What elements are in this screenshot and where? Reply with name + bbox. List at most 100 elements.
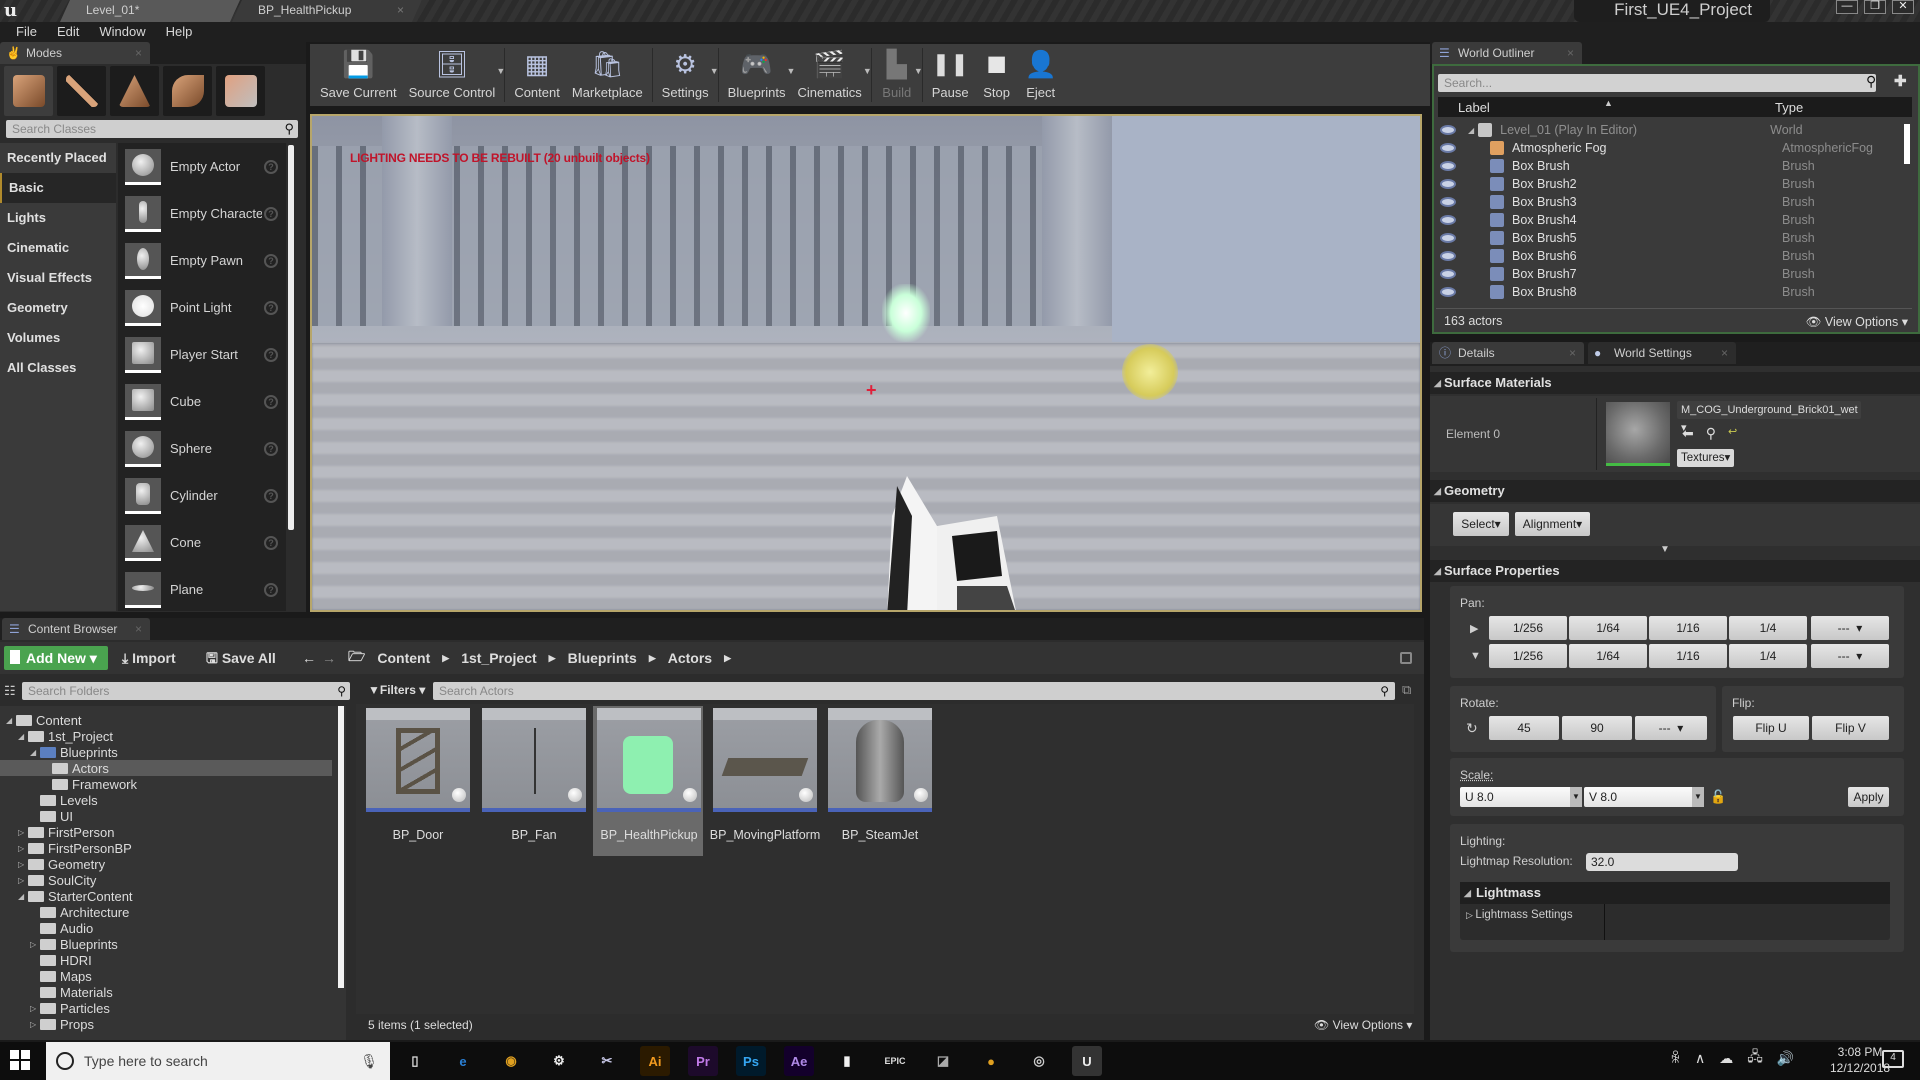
- eject-button[interactable]: 👤 Eject: [1019, 44, 1063, 106]
- visibility-eye-icon[interactable]: [1440, 197, 1456, 207]
- class-item-sphere[interactable]: Sphere?: [118, 425, 286, 472]
- save-all-button[interactable]: 🖫 Save All: [206, 646, 276, 670]
- geometry-edit-mode-button[interactable]: [216, 66, 265, 116]
- outliner-row[interactable]: Box Brush Brush: [1436, 157, 1906, 175]
- flip-v-button[interactable]: Flip V: [1812, 716, 1889, 740]
- taskbar-chrome-icon[interactable]: ◉: [496, 1046, 526, 1076]
- taskbar-epic-launcher-icon[interactable]: EPIC: [880, 1046, 910, 1076]
- place-mode-button[interactable]: [4, 66, 53, 116]
- alignment-dropdown[interactable]: Alignment▾: [1515, 512, 1590, 536]
- expand-advanced-icon[interactable]: ▼: [1660, 544, 1670, 555]
- history-forward-button[interactable]: →: [322, 646, 336, 670]
- maximize-button[interactable]: ❐: [1864, 0, 1886, 14]
- search-folders-input[interactable]: Search Folders ⚲: [22, 682, 350, 700]
- menu-window[interactable]: Window: [89, 22, 155, 42]
- pan-u-custom-dropdown[interactable]: --- ▾: [1811, 616, 1889, 640]
- filters-button[interactable]: ▼Filters ▾: [368, 683, 425, 697]
- pan-u-1-4-button[interactable]: 1/4: [1729, 616, 1807, 640]
- class-item-cylinder[interactable]: Cylinder?: [118, 472, 286, 519]
- outliner-row[interactable]: Box Brush2 Brush: [1436, 175, 1906, 193]
- textures-dropdown[interactable]: Textures▾: [1677, 449, 1735, 467]
- asset-tile-bp-healthpickup[interactable]: BP_HealthPickup: [593, 706, 703, 856]
- scale-v-combo[interactable]: V 8.0 ▼: [1584, 787, 1704, 807]
- class-item-empty-actor[interactable]: Empty Actor?: [118, 143, 286, 190]
- cinematics-button[interactable]: 🎬 Cinematics ▼: [791, 44, 871, 106]
- outliner-row[interactable]: Box Brush4 Brush: [1436, 211, 1906, 229]
- folder-tree-item[interactable]: Actors: [0, 760, 332, 776]
- taskbar-file-icon[interactable]: ▮: [832, 1046, 862, 1076]
- section-surface-properties[interactable]: ◢ Surface Properties: [1430, 560, 1920, 582]
- pan-u-1-256-button[interactable]: 1/256: [1489, 616, 1567, 640]
- search-actors-input[interactable]: Search Actors ⚲: [433, 682, 1395, 700]
- category-geometry[interactable]: Geometry: [0, 293, 116, 323]
- visibility-eye-icon[interactable]: [1440, 161, 1456, 171]
- content-button[interactable]: ▦ Content: [508, 44, 566, 106]
- chevron-down-icon[interactable]: ▼: [710, 66, 719, 76]
- apply-button[interactable]: Apply: [1848, 787, 1889, 807]
- use-selected-arrow-icon[interactable]: ⬅: [1682, 425, 1694, 442]
- pan-v-1-4-button[interactable]: 1/4: [1729, 644, 1807, 668]
- windows-start-icon[interactable]: [10, 1050, 30, 1070]
- tab-content-browser[interactable]: ☰ Content Browser ×: [2, 618, 150, 640]
- chevron-down-icon[interactable]: ▼: [914, 66, 923, 76]
- folder-tree-item[interactable]: ▷ FirstPerson: [18, 824, 114, 840]
- sources-panel-toggle-icon[interactable]: ☷: [4, 683, 16, 699]
- breadcrumb-blueprints[interactable]: Blueprints: [568, 650, 637, 666]
- outliner-row[interactable]: Atmospheric Fog AtmosphericFog: [1436, 139, 1906, 157]
- unreal-logo-icon[interactable]: u: [4, 1, 24, 21]
- taskbar-premiere-icon[interactable]: Pr: [688, 1046, 718, 1076]
- expand-arrow-icon[interactable]: ▷: [18, 876, 28, 885]
- network-icon[interactable]: 🖧: [1747, 1046, 1763, 1070]
- breadcrumb-1st-project[interactable]: 1st_Project: [461, 650, 536, 666]
- expand-arrow-icon[interactable]: ▷: [30, 940, 40, 949]
- expand-arrow-icon[interactable]: ◢: [18, 732, 28, 741]
- folder-tree-item[interactable]: ▷ Blueprints: [30, 936, 118, 952]
- taskbar-photoshop-icon[interactable]: Ps: [736, 1046, 766, 1076]
- close-icon[interactable]: ×: [397, 0, 404, 20]
- cb-view-options-button[interactable]: 👁 View Options ▾: [1314, 1018, 1412, 1032]
- column-type[interactable]: Type: [1775, 100, 1803, 115]
- rotate-custom-dropdown[interactable]: --- ▾: [1635, 716, 1707, 740]
- tab-modes[interactable]: ✌ Modes ×: [0, 42, 150, 64]
- asset-tile-bp-door[interactable]: BP_Door: [362, 706, 472, 856]
- folder-tree-item[interactable]: Maps: [30, 968, 92, 984]
- tab-level-01[interactable]: Level_01*: [60, 0, 240, 22]
- folder-tree-item[interactable]: ◢ Blueprints: [30, 744, 118, 760]
- category-basic[interactable]: Basic: [0, 173, 116, 203]
- category-visual-effects[interactable]: Visual Effects: [0, 263, 116, 293]
- taskbar-snipping-icon[interactable]: ✂: [592, 1046, 622, 1076]
- class-item-empty-pawn[interactable]: Empty Pawn?: [118, 237, 286, 284]
- asset-tile-bp-movingplatform[interactable]: BP_MovingPlatform: [709, 706, 820, 856]
- outliner-row[interactable]: Box Brush6 Brush: [1436, 247, 1906, 265]
- expand-arrow-icon[interactable]: ▷: [18, 828, 28, 837]
- tab-bp-healthpickup[interactable]: BP_HealthPickup ×: [232, 0, 422, 22]
- class-item-point-light[interactable]: Point Light?: [118, 284, 286, 331]
- folder-tree-item[interactable]: ◢ Content: [6, 712, 82, 728]
- stop-button[interactable]: ■ Stop: [975, 44, 1019, 106]
- outliner-row[interactable]: Box Brush8 Brush: [1436, 283, 1906, 301]
- show-hidden-icons-chevron[interactable]: ∧: [1695, 1050, 1705, 1067]
- expand-arrow-icon[interactable]: ▷: [30, 1020, 40, 1029]
- outliner-row[interactable]: Box Brush7 Brush: [1436, 265, 1906, 283]
- microphone-icon[interactable]: 🎙: [360, 1042, 378, 1080]
- search-classes-input[interactable]: Search Classes ⚲: [6, 120, 298, 138]
- paint-mode-button[interactable]: [57, 66, 106, 116]
- visibility-eye-icon[interactable]: [1440, 233, 1456, 243]
- column-label[interactable]: Label: [1458, 100, 1490, 115]
- class-item-player-start[interactable]: Player Start?: [118, 331, 286, 378]
- category-all-classes[interactable]: All Classes: [0, 353, 116, 383]
- add-new-button[interactable]: Add New ▾: [4, 646, 108, 670]
- close-icon[interactable]: ×: [135, 618, 142, 640]
- taskbar-search-input[interactable]: Type here to search 🎙: [46, 1042, 390, 1080]
- folder-tree-scrollbar[interactable]: [338, 706, 344, 988]
- expand-arrow-icon[interactable]: ◢: [6, 716, 16, 725]
- outliner-row[interactable]: ◢ Level_01 (Play In Editor) World: [1436, 121, 1906, 139]
- help-icon[interactable]: ?: [264, 441, 278, 456]
- breadcrumb-arrow-icon[interactable]: ▶: [442, 653, 449, 664]
- class-list-scrollbar[interactable]: [288, 145, 294, 530]
- marketplace-button[interactable]: 🛍 Marketplace: [566, 44, 649, 106]
- taskbar-after-effects-icon[interactable]: Ae: [784, 1046, 814, 1076]
- outliner-row[interactable]: Box Brush5 Brush: [1436, 229, 1906, 247]
- settings-button[interactable]: ⚙ Settings ▼: [656, 44, 719, 106]
- select-dropdown[interactable]: Select▾: [1453, 512, 1509, 536]
